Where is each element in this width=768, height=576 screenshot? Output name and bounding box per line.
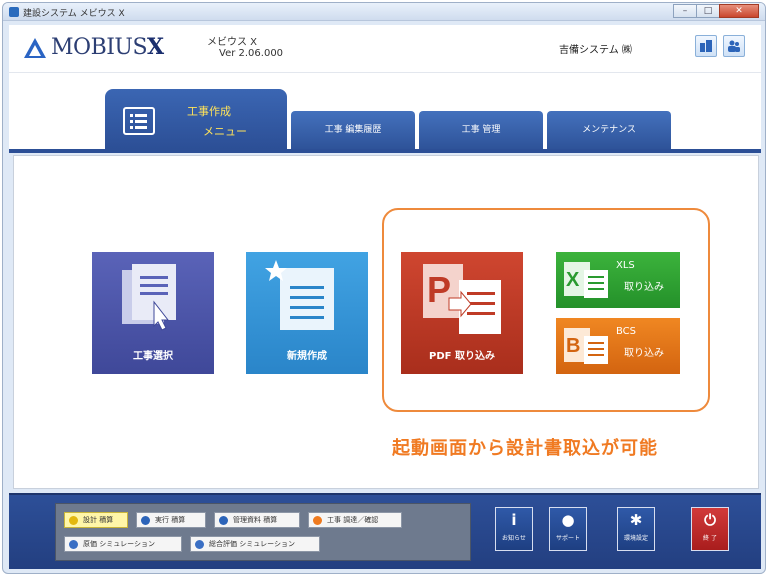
bcs-file-icon: B bbox=[564, 328, 608, 364]
app-window: 建設システム メビウス X – □ ✕ MOBIUSX メビウス X Ver 2… bbox=[2, 2, 766, 574]
tab-construction-management[interactable]: 工事 管理 bbox=[419, 111, 543, 149]
tab-bar: 工事作成 メニュー 工事 編集履歴 工事 管理 メンテナンス bbox=[9, 73, 761, 151]
procurement-check-label: 工事 調達／確認 bbox=[327, 516, 379, 524]
pdf-import-icon: P bbox=[423, 264, 501, 334]
window-controls: – □ ✕ bbox=[673, 4, 759, 18]
bcs-label-line1: BCS bbox=[616, 326, 637, 337]
xls-label-line2: 取り込み bbox=[624, 282, 664, 293]
gear-icon: ✱ bbox=[629, 511, 643, 529]
building-icon bbox=[700, 40, 712, 52]
procurement-check-button[interactable]: 工事 調達／確認 bbox=[308, 512, 402, 528]
management-estimate-button[interactable]: 管理資料 積算 bbox=[214, 512, 300, 528]
new-document-icon bbox=[265, 260, 334, 330]
bcs-label-line2: 取り込み bbox=[624, 348, 664, 359]
footer-bar: 設計 積算 実行 積算 管理資料 積算 工事 調達／確認 原価 シミュレーション… bbox=[9, 493, 761, 569]
construction-select-tile[interactable]: 工事選択 bbox=[92, 252, 214, 374]
circle-icon bbox=[141, 516, 150, 525]
support-icon: ● bbox=[561, 511, 575, 529]
feature-caption: 起動画面から設計書取込が可能 bbox=[392, 438, 658, 459]
settings-button[interactable]: ✱ 環境設定 bbox=[617, 507, 655, 551]
info-icon: i bbox=[511, 511, 517, 529]
tab-label-line2: メニュー bbox=[203, 125, 247, 138]
support-button[interactable]: ● サポート bbox=[549, 507, 587, 551]
execution-estimate-button[interactable]: 実行 積算 bbox=[136, 512, 206, 528]
product-version: Ver 2.06.000 bbox=[219, 48, 284, 59]
document-select-icon bbox=[122, 264, 176, 331]
logo-icon bbox=[24, 38, 46, 58]
evaluation-simulation-label: 総合評価 シミュレーション bbox=[209, 540, 295, 548]
logo-text-x: X bbox=[147, 34, 164, 60]
xls-label-line1: XLS bbox=[616, 260, 635, 271]
cost-simulation-label: 原価 シミュレーション bbox=[83, 540, 155, 548]
construction-select-label: 工事選択 bbox=[133, 351, 173, 362]
tab-edit-history[interactable]: 工事 編集履歴 bbox=[291, 111, 415, 149]
power-icon: ⏻ bbox=[704, 511, 716, 529]
minimize-button[interactable]: – bbox=[673, 4, 697, 18]
exit-button[interactable]: ⏻ 終 了 bbox=[691, 507, 729, 551]
svg-text:B: B bbox=[566, 335, 580, 357]
users-icon bbox=[728, 40, 740, 52]
design-estimate-button[interactable]: 設計 積算 bbox=[64, 512, 128, 528]
window-title: 建設システム メビウス X bbox=[23, 9, 125, 19]
xls-import-tile[interactable]: X XLS 取り込み bbox=[556, 252, 680, 308]
circle-icon bbox=[313, 516, 322, 525]
chart-view-button[interactable] bbox=[695, 35, 717, 57]
tab-maintenance[interactable]: メンテナンス bbox=[547, 111, 671, 149]
company-name: 吉備システム ㈱ bbox=[559, 45, 632, 56]
svg-text:P: P bbox=[427, 269, 451, 310]
pdf-import-tile[interactable]: P PDF 取り込み bbox=[401, 252, 523, 374]
main-panel: 工事選択 新規作成 P PDF 取り込み X XLS 取り込み B BCS 取り… bbox=[13, 155, 759, 489]
cost-simulation-button[interactable]: 原価 シミュレーション bbox=[64, 536, 182, 552]
estimate-button-group: 設計 積算 実行 積算 管理資料 積算 工事 調達／確認 原価 シミュレーション… bbox=[55, 503, 471, 561]
new-project-label: 新規作成 bbox=[287, 351, 327, 362]
new-project-tile[interactable]: 新規作成 bbox=[246, 252, 368, 374]
excel-icon: X bbox=[564, 262, 608, 298]
list-icon bbox=[123, 107, 155, 135]
design-estimate-label: 設計 積算 bbox=[83, 516, 114, 524]
title-bar: 建設システム メビウス X – □ ✕ bbox=[3, 3, 765, 21]
app-header: MOBIUSX メビウス X Ver 2.06.000 吉備システム ㈱ bbox=[9, 25, 761, 73]
logo-text-main: MOBIUS bbox=[51, 35, 148, 60]
users-button[interactable] bbox=[723, 35, 745, 57]
product-name: メビウス X bbox=[207, 37, 258, 48]
pdf-import-label: PDF 取り込み bbox=[429, 351, 495, 362]
circle-icon bbox=[69, 516, 78, 525]
management-estimate-label: 管理資料 積算 bbox=[233, 516, 278, 524]
circle-icon bbox=[69, 540, 78, 549]
tab-construction-menu[interactable]: 工事作成 メニュー bbox=[105, 89, 287, 149]
notice-label: お知らせ bbox=[502, 535, 526, 542]
tab-label-line1: 工事作成 bbox=[187, 105, 231, 118]
settings-label: 環境設定 bbox=[623, 535, 648, 542]
maximize-button[interactable]: □ bbox=[696, 4, 720, 18]
circle-icon bbox=[195, 540, 204, 549]
bcs-import-tile[interactable]: B BCS 取り込み bbox=[556, 318, 680, 374]
svg-text:X: X bbox=[566, 269, 580, 291]
tab-strip bbox=[9, 149, 761, 153]
close-button[interactable]: ✕ bbox=[719, 4, 759, 18]
notice-button[interactable]: i お知らせ bbox=[495, 507, 533, 551]
execution-estimate-label: 実行 積算 bbox=[155, 516, 186, 524]
evaluation-simulation-button[interactable]: 総合評価 シミュレーション bbox=[190, 536, 320, 552]
support-label: サポート bbox=[555, 535, 580, 542]
circle-icon bbox=[219, 516, 228, 525]
app-icon bbox=[9, 7, 19, 17]
logo-text: MOBIUSX bbox=[51, 34, 164, 60]
exit-label: 終 了 bbox=[703, 535, 717, 542]
